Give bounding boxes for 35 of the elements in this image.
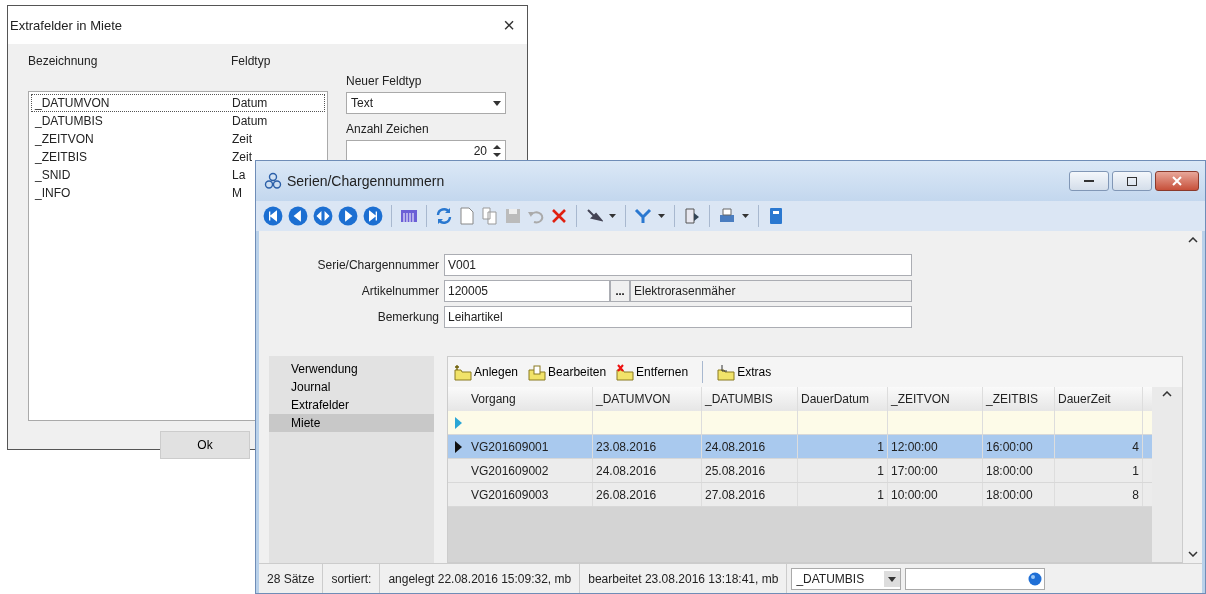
table-cell: VG201609003 xyxy=(468,483,593,506)
table-cell: 1 xyxy=(798,435,888,458)
field-label: Bemerkung xyxy=(376,310,440,324)
description-field: Elektrorasenmäher xyxy=(630,280,912,302)
table-cell: 1 xyxy=(798,459,888,482)
table-cell: 1 xyxy=(1055,459,1143,482)
table-cell: 16:00:00 xyxy=(983,435,1055,458)
table-cell: 18:00:00 xyxy=(983,459,1055,482)
edited-info: bearbeitet 23.08.2016 13:18:41, mb xyxy=(580,564,788,593)
created-info: angelegt 22.08.2016 15:09:32, mb xyxy=(380,564,581,593)
table-cell: 25.08.2016 xyxy=(702,459,798,482)
table-cell: 23.08.2016 xyxy=(593,435,702,458)
table-cell: 24.08.2016 xyxy=(702,435,798,458)
field-label: Artikelnummer xyxy=(360,284,440,298)
table-cell: 18:00:00 xyxy=(983,483,1055,506)
table-cell: 10:00:00 xyxy=(888,483,983,506)
table-cell: 4 xyxy=(1055,435,1143,458)
table-cell: VG201609002 xyxy=(468,459,593,482)
table-cell: 1 xyxy=(798,483,888,506)
window-title: Serien/Chargennummern xyxy=(287,173,446,189)
dialog-title: Extrafelder in Miete xyxy=(10,17,122,33)
field-label: Neuer Feldtyp xyxy=(346,74,422,88)
column-header: Bezeichnung xyxy=(28,54,99,68)
sort-status: sortiert: xyxy=(323,564,381,593)
column-header: Feldtyp xyxy=(231,54,271,68)
table-cell: VG201609001 xyxy=(468,435,593,458)
table-cell: 17:00:00 xyxy=(888,459,983,482)
table-cell: 8 xyxy=(1055,483,1143,506)
field-label: Serie/Chargennummer xyxy=(316,258,440,272)
record-count: 28 Sätze xyxy=(259,564,324,593)
table-cell: 24.08.2016 xyxy=(593,459,702,482)
table-cell: 26.08.2016 xyxy=(593,483,702,506)
field-label: Anzahl Zeichen xyxy=(346,122,429,136)
table-cell: 12:00:00 xyxy=(888,435,983,458)
table-cell: 27.08.2016 xyxy=(702,483,798,506)
